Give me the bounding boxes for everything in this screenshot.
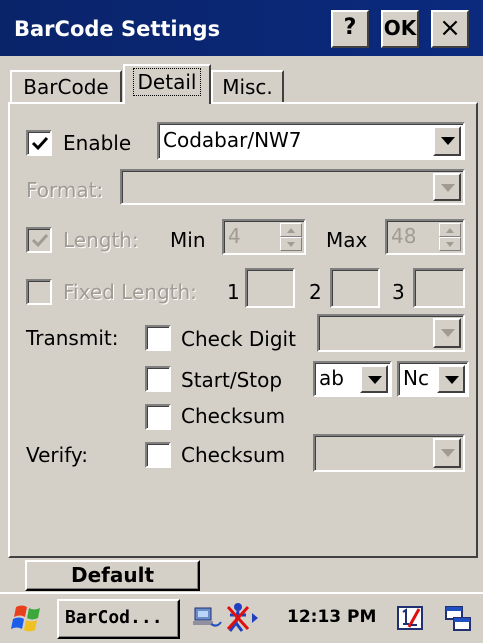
min-stepper[interactable]: 4	[222, 219, 306, 255]
chevron-down-icon[interactable]	[433, 438, 461, 468]
fixed-3-label: 3	[392, 280, 405, 304]
enable-checkbox[interactable]	[26, 130, 52, 156]
stop-value: Nc	[403, 366, 429, 390]
chevron-down-icon[interactable]	[433, 318, 461, 348]
tab-barcode[interactable]: BarCode	[10, 70, 122, 104]
symbology-value: Codabar/NW7	[163, 128, 302, 152]
tab-misc[interactable]: Misc.	[211, 70, 284, 104]
start-stop-checkbox[interactable]	[145, 366, 171, 392]
window-title: BarCode Settings	[14, 17, 221, 41]
default-button[interactable]: Default	[25, 560, 200, 591]
verify-checksum-checkbox[interactable]	[145, 442, 171, 468]
network-icon[interactable]	[191, 602, 223, 634]
clock[interactable]: 12:13 PM	[287, 605, 376, 629]
fixed-length-checkbox[interactable]	[26, 279, 52, 305]
title-bar: BarCode Settings ? OK ×	[0, 0, 483, 56]
max-stepper[interactable]: 48	[385, 219, 465, 255]
spinner-arrows-icon[interactable]	[439, 223, 461, 251]
fixed-1-label: 1	[227, 280, 240, 304]
check-digit-label: Check Digit	[181, 327, 296, 351]
chevron-down-icon[interactable]	[433, 173, 461, 201]
ok-button[interactable]: OK	[381, 10, 419, 48]
verify-label: Verify:	[26, 443, 89, 467]
verify-checksum-label: Checksum	[181, 443, 286, 467]
max-label: Max	[326, 228, 368, 252]
chevron-down-icon[interactable]	[360, 365, 388, 393]
fixed-length-2-input[interactable]	[330, 268, 380, 308]
taskbar: BarCod... 12:13 PM	[0, 592, 483, 643]
min-label: Min	[170, 228, 206, 252]
symbology-dropdown[interactable]: Codabar/NW7	[157, 122, 465, 160]
help-button[interactable]: ?	[331, 10, 369, 48]
checkmark-icon	[31, 136, 49, 151]
tab-detail-label: Detail	[132, 68, 202, 96]
enable-label: Enable	[63, 131, 132, 155]
transmit-label: Transmit:	[26, 326, 119, 350]
start-value: ab	[319, 366, 344, 390]
input-panel-icon[interactable]	[395, 603, 425, 633]
check-digit-dropdown[interactable]	[317, 314, 465, 352]
windows-switch-icon[interactable]	[443, 604, 473, 634]
fixed-2-label: 2	[309, 280, 322, 304]
chevron-down-icon[interactable]	[433, 126, 461, 156]
start-windows-icon[interactable]	[8, 599, 48, 639]
transmit-checksum-label: Checksum	[181, 404, 286, 428]
taskbar-app-button[interactable]: BarCod...	[57, 599, 180, 639]
length-label: Length:	[63, 228, 139, 252]
format-label: Format:	[26, 178, 104, 202]
connection-disabled-icon[interactable]	[224, 601, 262, 635]
format-dropdown[interactable]	[120, 169, 465, 205]
tab-detail[interactable]: Detail	[123, 64, 211, 104]
verify-checksum-dropdown[interactable]	[313, 434, 465, 472]
min-value: 4	[228, 224, 241, 248]
chevron-down-icon[interactable]	[437, 365, 465, 393]
fixed-length-1-input[interactable]	[245, 268, 295, 308]
transmit-checksum-checkbox[interactable]	[145, 404, 171, 430]
spinner-arrows-icon[interactable]	[280, 223, 302, 251]
fixed-length-label: Fixed Length:	[63, 280, 197, 304]
close-button[interactable]: ×	[431, 10, 469, 48]
checkmark-icon	[31, 233, 49, 248]
start-dropdown[interactable]: ab	[313, 361, 392, 397]
check-digit-checkbox[interactable]	[145, 325, 171, 351]
max-value: 48	[391, 224, 417, 248]
length-checkbox[interactable]	[26, 227, 52, 253]
start-stop-label: Start/Stop	[181, 368, 283, 392]
fixed-length-3-input[interactable]	[413, 268, 465, 308]
stop-dropdown[interactable]: Nc	[397, 361, 469, 397]
